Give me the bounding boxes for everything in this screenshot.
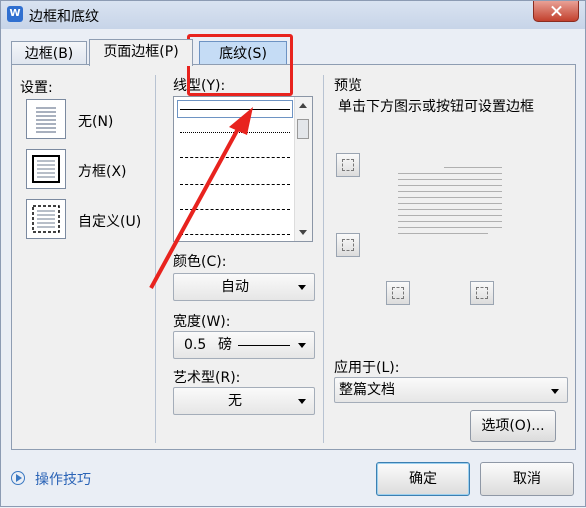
top-border-icon xyxy=(342,159,354,171)
scroll-thumb[interactable] xyxy=(297,119,309,139)
apply-to-label: 应用于(L): xyxy=(334,360,400,376)
highlight-box xyxy=(187,34,293,96)
chevron-down-icon xyxy=(551,389,559,394)
width-sample-line xyxy=(238,345,290,346)
color-label: 颜色(C): xyxy=(173,254,227,270)
line-style-scrollbar[interactable] xyxy=(294,97,312,241)
color-select[interactable]: 自动 xyxy=(173,273,315,301)
dialog-window: W 边框和底纹 边框(B) 页面边框(P) 底纹(S) 设置: 无(N) 方框(… xyxy=(0,0,586,507)
preview-heading: 预览 xyxy=(334,78,362,94)
title-bar: W 边框和底纹 xyxy=(1,1,585,29)
settings-heading: 设置: xyxy=(20,80,53,96)
bottom-border-button[interactable] xyxy=(336,233,360,257)
line-style-dotted[interactable] xyxy=(180,132,290,133)
art-value: 无 xyxy=(228,393,242,409)
apply-to-value: 整篇文档 xyxy=(339,382,395,398)
play-circle-icon xyxy=(11,471,25,485)
custom-border-label[interactable]: 自定义(U) xyxy=(78,211,141,231)
bottom-border-icon xyxy=(342,239,354,251)
scroll-up-icon[interactable] xyxy=(299,103,307,108)
width-unit: 磅 xyxy=(218,337,232,353)
tab-page-border[interactable]: 页面边框(P) xyxy=(89,39,193,66)
left-border-icon xyxy=(392,287,404,299)
scroll-down-icon[interactable] xyxy=(299,230,307,235)
right-border-button[interactable] xyxy=(470,281,494,305)
color-value: 自动 xyxy=(221,279,249,295)
width-value: 0.5 xyxy=(184,337,207,353)
custom-border-icon[interactable] xyxy=(26,199,66,239)
preview-hint: 单击下方图示或按钮可设置边框 xyxy=(338,99,534,115)
wps-writer-icon: W xyxy=(7,6,23,22)
line-style-solid[interactable] xyxy=(180,109,290,110)
art-label: 艺术型(R): xyxy=(173,370,241,386)
no-border-label[interactable]: 无(N) xyxy=(78,111,113,131)
separator-left xyxy=(155,75,156,443)
chevron-down-icon xyxy=(298,343,306,348)
chevron-down-icon xyxy=(298,285,306,290)
cancel-button[interactable]: 取消 xyxy=(480,462,574,496)
separator-right xyxy=(323,75,324,443)
line-style-dash-dot[interactable] xyxy=(180,209,290,210)
dialog-title: 边框和底纹 xyxy=(29,9,99,25)
width-label: 宽度(W): xyxy=(173,314,231,330)
line-style-long-dash[interactable] xyxy=(180,234,290,235)
tab-borders[interactable]: 边框(B) xyxy=(11,41,87,65)
line-style-dash[interactable] xyxy=(180,184,290,185)
line-style-dash-fine[interactable] xyxy=(180,157,290,158)
width-select[interactable]: 0.5 磅 xyxy=(173,331,315,359)
right-border-icon xyxy=(476,287,488,299)
art-select[interactable]: 无 xyxy=(173,387,315,415)
box-border-label[interactable]: 方框(X) xyxy=(78,161,127,181)
ok-button[interactable]: 确定 xyxy=(376,462,470,496)
apply-to-select[interactable]: 整篇文档 xyxy=(334,377,568,403)
options-button[interactable]: 选项(O)... xyxy=(470,410,556,442)
box-border-icon[interactable] xyxy=(26,149,66,189)
chevron-down-icon xyxy=(298,399,306,404)
line-style-list[interactable] xyxy=(173,96,313,242)
left-border-button[interactable] xyxy=(386,281,410,305)
no-border-icon[interactable] xyxy=(26,99,66,139)
preview-page[interactable] xyxy=(392,165,512,245)
tab-panel: 设置: 无(N) 方框(X) 自定义(U) 线型(Y): 颜色(C): 自动 宽… xyxy=(11,64,576,450)
top-border-button[interactable] xyxy=(336,153,360,177)
tips-label[interactable]: 操作技巧 xyxy=(35,469,91,489)
close-button[interactable] xyxy=(533,1,579,22)
